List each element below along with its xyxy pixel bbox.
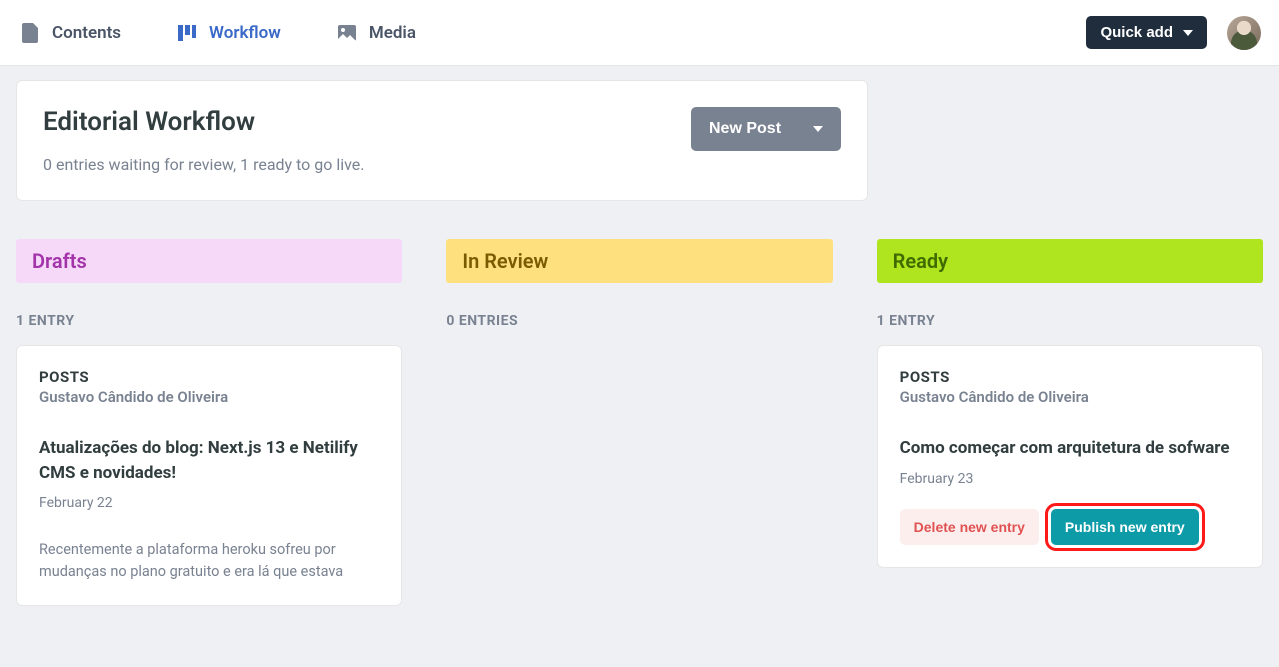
column-in-review: In Review 0 ENTRIES	[446, 239, 832, 606]
media-icon	[335, 21, 359, 45]
card-author: Gustavo Cândido de Oliveira	[900, 388, 1240, 406]
card-actions: Delete new entry Publish new entry	[900, 509, 1240, 545]
nav-workflow[interactable]: Workflow	[175, 21, 281, 45]
new-post-label: New Post	[709, 120, 781, 138]
quick-add-label: Quick add	[1100, 24, 1173, 41]
chevron-down-icon	[1183, 30, 1193, 36]
chevron-down-icon	[813, 126, 823, 132]
page-title: Editorial Workflow	[43, 107, 364, 137]
card-collection: POSTS	[39, 368, 379, 386]
main-content: Editorial Workflow 0 entries waiting for…	[0, 66, 1279, 620]
top-navigation: Contents Workflow Media Quick add	[0, 0, 1279, 66]
publish-entry-button[interactable]: Publish new entry	[1051, 509, 1199, 545]
card-title: Atualizações do blog: Next.js 13 e Netil…	[39, 436, 379, 485]
nav-workflow-label: Workflow	[209, 23, 281, 43]
column-ready: Ready 1 ENTRY POSTS Gustavo Cândido de O…	[877, 239, 1263, 606]
workflow-columns: Drafts 1 ENTRY POSTS Gustavo Cândido de …	[16, 239, 1263, 606]
column-header-review: In Review	[446, 239, 832, 283]
column-header-drafts: Drafts	[16, 239, 402, 283]
card-collection: POSTS	[900, 368, 1240, 386]
column-header-ready: Ready	[877, 239, 1263, 283]
document-icon	[18, 21, 42, 45]
card-author: Gustavo Cândido de Oliveira	[39, 388, 379, 406]
card-date: February 22	[39, 495, 379, 511]
column-count-drafts: 1 ENTRY	[16, 313, 402, 329]
entry-card[interactable]: POSTS Gustavo Cândido de Oliveira Atuali…	[16, 345, 402, 606]
workflow-header-panel: Editorial Workflow 0 entries waiting for…	[16, 80, 868, 201]
nav-contents-label: Contents	[52, 23, 121, 43]
quick-add-button[interactable]: Quick add	[1086, 16, 1207, 49]
card-date: February 23	[900, 471, 1240, 487]
column-drafts: Drafts 1 ENTRY POSTS Gustavo Cândido de …	[16, 239, 402, 606]
card-body: Recentemente a plataforma heroku sofreu …	[39, 539, 379, 583]
avatar[interactable]	[1227, 16, 1261, 50]
column-count-ready: 1 ENTRY	[877, 313, 1263, 329]
nav-items: Contents Workflow Media	[18, 21, 416, 45]
entry-card[interactable]: POSTS Gustavo Cândido de Oliveira Como c…	[877, 345, 1263, 568]
nav-media-label: Media	[369, 23, 416, 43]
card-title: Como começar com arquitetura de sofware	[900, 436, 1240, 461]
delete-entry-button[interactable]: Delete new entry	[900, 509, 1039, 545]
nav-media[interactable]: Media	[335, 21, 416, 45]
column-count-review: 0 ENTRIES	[446, 313, 832, 329]
workflow-icon	[175, 21, 199, 45]
nav-contents[interactable]: Contents	[18, 21, 121, 45]
new-post-button[interactable]: New Post	[691, 107, 841, 151]
page-subtitle: 0 entries waiting for review, 1 ready to…	[43, 155, 364, 174]
